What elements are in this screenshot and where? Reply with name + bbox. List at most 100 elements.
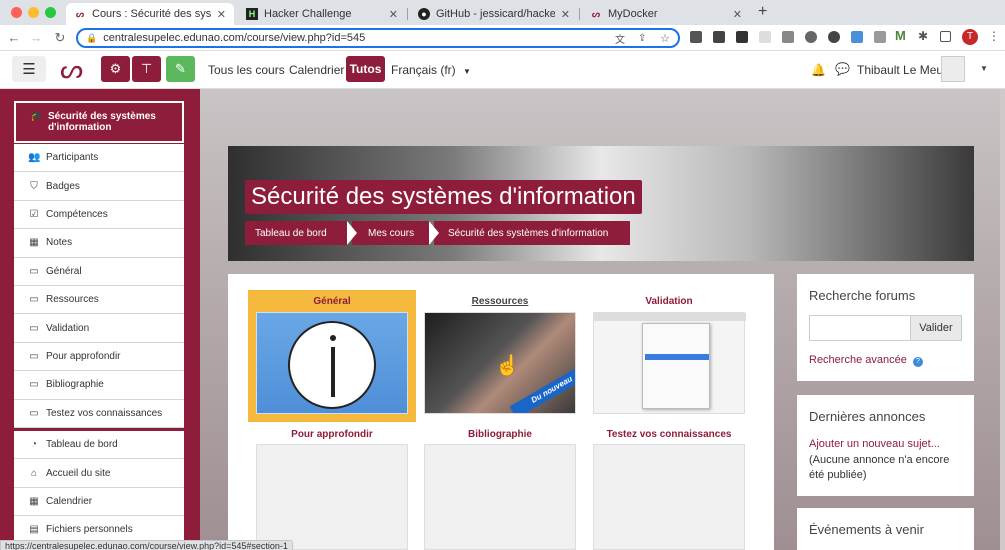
page-scrollbar[interactable] <box>1000 89 1005 550</box>
close-window-icon[interactable] <box>11 7 22 18</box>
close-tab-icon[interactable]: ✕ <box>389 8 398 21</box>
search-submit-button[interactable]: Valider <box>910 315 962 341</box>
drawer-item-comp-tences[interactable]: ☑ Compétences <box>14 200 184 230</box>
profile-avatar[interactable]: T <box>962 29 978 45</box>
search-forums-input[interactable] <box>809 315 911 341</box>
extension-m-icon[interactable]: M <box>895 28 906 43</box>
page-title: Sécurité des systèmes d'information <box>245 180 642 214</box>
folder-icon: ▭ <box>29 350 39 362</box>
section-title-testez[interactable]: Testez vos connaissances <box>593 429 745 440</box>
nav-link-tutos[interactable]: Tutos <box>346 56 385 82</box>
drawer-item-badges[interactable]: ⛉ Badges <box>14 172 184 201</box>
drawer-item-tableau-de-bord[interactable]: ◔ Tableau de bord <box>14 431 184 460</box>
section-image-testez[interactable] <box>593 444 745 550</box>
nav-link-all-courses[interactable]: Tous les cours <box>208 63 285 77</box>
tab-title: MyDocker <box>608 8 658 20</box>
close-tab-icon[interactable]: ✕ <box>733 8 742 21</box>
breadcrumb-item-course[interactable]: Sécurité des systèmes d'information <box>434 221 630 245</box>
drawer-item-bibliographie[interactable]: ▭ Bibliographie <box>14 371 184 400</box>
section-title-general[interactable]: Général <box>248 296 416 307</box>
browser-tab-course[interactable]: ᔕ Cours : Sécurité des systèmes ✕ <box>66 3 234 25</box>
mydocker-favicon-icon: ᔕ <box>591 8 601 19</box>
advanced-search-link[interactable]: Recherche avancée ? <box>809 354 923 367</box>
extension-icon[interactable] <box>713 31 725 43</box>
drawer-item-calendrier[interactable]: ▦ Calendrier <box>14 487 184 517</box>
forward-icon[interactable]: → <box>28 30 44 45</box>
users-icon: 👥 <box>28 152 41 164</box>
no-news-text: (Aucune annonce n'a encore été publiée) <box>809 454 950 481</box>
close-tab-icon[interactable]: ✕ <box>561 8 570 21</box>
address-bar[interactable]: 🔒 centralesupelec.edunao.com/course/view… <box>76 28 680 48</box>
drawer-item-testez-vos-connaissances[interactable]: ▭ Testez vos connaissances <box>14 399 184 428</box>
extensions-puzzle-icon[interactable]: ✱ <box>918 29 928 43</box>
site-navbar: ☰ ᔕ ⚙ ⊤ ✎ Tous les cours Calendrier Tuto… <box>0 51 1005 89</box>
drawer-item-label: Tableau de bord <box>46 439 118 451</box>
section-title-bibliographie[interactable]: Bibliographie <box>424 429 576 440</box>
extension-icon[interactable] <box>805 31 817 43</box>
minimize-window-icon[interactable] <box>28 7 39 18</box>
extension-icon[interactable] <box>782 31 794 43</box>
block-title: Dernières annonces <box>809 409 926 424</box>
user-menu-caret-icon[interactable]: ▼ <box>980 64 988 73</box>
extension-icon[interactable] <box>874 31 886 43</box>
edit-mode-icon[interactable]: ✎ <box>166 56 195 82</box>
browser-tab-mydocker[interactable]: ᔕ MyDocker ✕ <box>582 3 750 25</box>
drawer-item-participants[interactable]: 👥 Participants <box>14 144 184 173</box>
extension-icon[interactable] <box>690 31 702 43</box>
info-icon <box>288 321 376 409</box>
section-image-ressources[interactable]: ☝ Du nouveau <box>424 312 576 414</box>
nav-link-calendar[interactable]: Calendrier <box>289 63 344 77</box>
side-panel-icon[interactable] <box>940 31 951 42</box>
user-avatar[interactable] <box>941 56 965 82</box>
drawer-item-pour-approfondir[interactable]: ▭ Pour approfondir <box>14 342 184 372</box>
caret-down-icon: ▼ <box>463 67 471 76</box>
extension-icon[interactable] <box>828 31 840 43</box>
help-icon[interactable]: ? <box>912 357 923 367</box>
settings-cog-icon[interactable]: ⚙ <box>101 56 130 82</box>
browser-tab-github[interactable]: ● GitHub - jessicard/hacker-chal ✕ <box>410 3 578 25</box>
drawer-item-label: Fichiers personnels <box>46 524 133 536</box>
reload-icon[interactable]: ↻ <box>52 30 68 46</box>
language-menu[interactable]: Français (fr) ▼ <box>391 63 471 77</box>
extension-icon[interactable] <box>851 31 863 43</box>
extension-icon[interactable] <box>736 31 748 43</box>
section-title-ressources[interactable]: Ressources <box>424 296 576 307</box>
browser-menu-icon[interactable]: ⋮ <box>988 29 1000 43</box>
close-tab-icon[interactable]: ✕ <box>217 8 226 21</box>
drawer-item-g-n-ral[interactable]: ▭ Général <box>14 257 184 286</box>
messages-chat-icon[interactable]: 💬 <box>835 62 850 76</box>
folder-icon: ▭ <box>29 379 39 391</box>
drawer-item-accueil-du-site[interactable]: ⌂ Accueil du site <box>14 459 184 488</box>
translate-icon[interactable]: 文 <box>615 31 625 46</box>
sitemap-icon[interactable]: ⊤ <box>132 56 161 82</box>
add-topic-link[interactable]: Ajouter un nouveau sujet... <box>809 438 940 450</box>
new-tab-button[interactable]: + <box>758 3 767 21</box>
drawer-course-title[interactable]: 🎓 Sécurité des systèmes d'information <box>14 101 184 143</box>
hacker-favicon-icon: H <box>246 8 258 20</box>
drawer-item-label: Compétences <box>46 208 108 220</box>
extension-icon[interactable] <box>759 31 771 43</box>
drawer-item-notes[interactable]: ▦ Notes <box>14 229 184 258</box>
section-image-validation[interactable] <box>593 312 746 414</box>
section-title-validation[interactable]: Validation <box>593 296 745 307</box>
browser-tab-hacker-challenge[interactable]: H Hacker Challenge ✕ <box>238 3 406 25</box>
back-icon[interactable]: ← <box>6 30 22 45</box>
user-name[interactable]: Thibault Le Meur <box>857 63 947 77</box>
drawer-item-ressources[interactable]: ▭ Ressources <box>14 286 184 315</box>
breadcrumb-item-my-courses[interactable]: Mes cours <box>352 221 430 245</box>
drawer-toggle-hamburger-icon[interactable]: ☰ <box>12 56 46 82</box>
section-image-pour-approfondir[interactable] <box>256 444 408 550</box>
tab-title: GitHub - jessicard/hacker-chal <box>436 8 555 20</box>
block-title: Recherche forums <box>809 288 916 303</box>
section-title-pour-approfondir[interactable]: Pour approfondir <box>256 429 408 440</box>
bookmark-star-icon[interactable]: ☆ <box>660 32 670 45</box>
share-icon[interactable]: ⇪ <box>638 33 646 44</box>
block-search-forums: Recherche forums Valider Recherche avanc… <box>797 274 974 381</box>
drawer-item-label: Testez vos connaissances <box>46 407 163 419</box>
breadcrumb-item-dashboard[interactable]: Tableau de bord <box>245 221 348 245</box>
maximize-window-icon[interactable] <box>45 7 56 18</box>
section-image-bibliographie[interactable] <box>424 444 576 550</box>
notifications-bell-icon[interactable]: 🔔 <box>811 63 826 77</box>
site-logo-icon[interactable]: ᔕ <box>60 55 83 83</box>
drawer-item-validation[interactable]: ▭ Validation <box>14 314 184 343</box>
